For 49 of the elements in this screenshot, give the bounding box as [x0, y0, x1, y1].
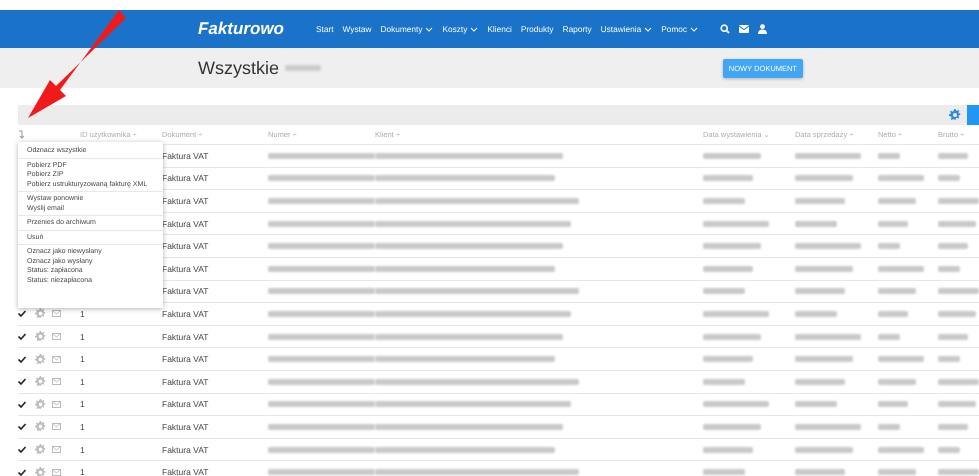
nav-link[interactable]: Raporty [562, 24, 592, 34]
table-cell: Faktura VAT [162, 376, 208, 387]
checkmark-icon[interactable] [18, 356, 26, 363]
nav-link[interactable]: Start [316, 24, 334, 34]
table-cell: 1 [80, 422, 85, 432]
mail-icon[interactable] [739, 25, 750, 33]
mail-icon[interactable] [52, 310, 61, 318]
nav-link[interactable]: Pomoc [661, 24, 698, 34]
table-cell: 1 [80, 467, 85, 476]
checkmark-icon[interactable] [18, 423, 26, 430]
settings-icon[interactable] [35, 331, 46, 342]
settings-icon[interactable] [35, 398, 46, 410]
nav-link[interactable]: Dokumenty [380, 24, 434, 34]
checkmark-icon[interactable] [18, 310, 26, 318]
nav-link[interactable]: Produkty [520, 24, 554, 34]
settings-icon[interactable] [35, 421, 46, 432]
checkmark-icon[interactable] [18, 378, 26, 386]
table-cell: 1 [80, 376, 85, 387]
settings-icon[interactable] [35, 466, 46, 476]
nav-link[interactable]: Wystaw [342, 24, 372, 34]
settings-icon[interactable] [35, 354, 46, 365]
checkmark-icon[interactable] [18, 468, 26, 476]
table-cell: Faktura VAT [162, 399, 208, 410]
table-cell: Faktura VAT [162, 467, 208, 476]
checkmark-icon[interactable] [18, 333, 26, 340]
table-cell: 1 [80, 399, 85, 410]
bulk-actions-icon[interactable] [18, 130, 25, 139]
checkmark-icon[interactable] [18, 400, 26, 408]
user-icon[interactable] [758, 24, 768, 34]
table-cell: Faktura VAT [162, 332, 208, 342]
checkmark-icon[interactable] [18, 446, 26, 454]
search-icon[interactable] [720, 24, 730, 34]
table-cell: 1 [80, 354, 85, 364]
settings-icon[interactable] [949, 109, 961, 121]
settings-icon[interactable] [35, 308, 46, 320]
settings-icon[interactable] [35, 444, 46, 456]
nav-link[interactable]: Ustawienia [600, 24, 652, 34]
table-cell: 1 [80, 444, 85, 455]
table-cell: 1 [80, 332, 85, 342]
table-cell: Faktura VAT [162, 422, 208, 432]
table-cell: 1 [80, 308, 85, 319]
table-cell: Faktura VAT [162, 354, 208, 364]
settings-icon[interactable] [35, 376, 46, 388]
nav-link[interactable]: Koszty [442, 24, 478, 34]
table-cell: Faktura VAT [162, 308, 208, 319]
page-title: Wszystkie [198, 58, 279, 78]
table-cell: Faktura VAT [162, 444, 208, 455]
nav-link[interactable]: Klienci [487, 24, 512, 34]
logo[interactable]: Fakturowo [198, 19, 316, 39]
